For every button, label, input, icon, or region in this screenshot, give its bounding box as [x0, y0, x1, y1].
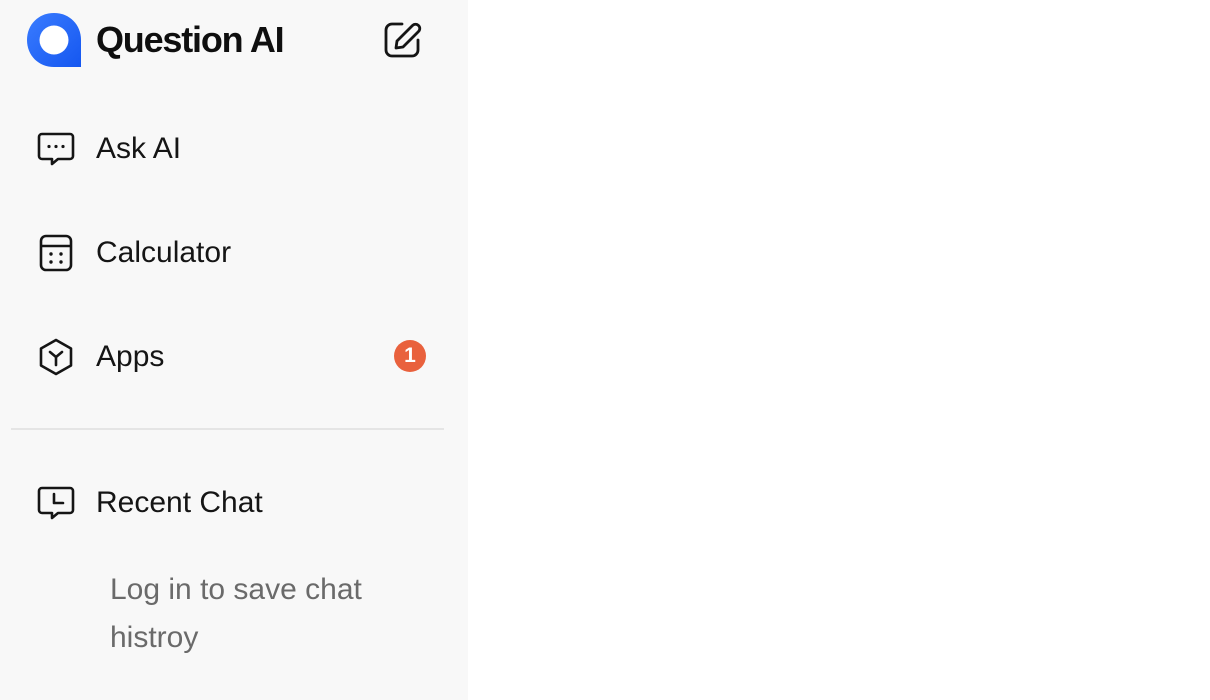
- sidebar: Question AI Ask AI Calculator Apps 1 Rec…: [0, 0, 468, 700]
- brand-name: Question AI: [96, 19, 285, 60]
- chat-clock-icon: [37, 486, 75, 520]
- nav-item-label: Calculator: [96, 236, 232, 269]
- recent-chat-section: Recent Chat: [0, 470, 468, 534]
- login-hint: Log in to save chat histroy: [110, 573, 362, 654]
- main-content: [468, 0, 1210, 700]
- nav-item-label: Apps: [96, 340, 165, 373]
- new-chat-button[interactable]: [380, 18, 424, 62]
- question-ai-logo-icon[interactable]: [26, 12, 82, 68]
- chat-dots-icon: [37, 132, 75, 166]
- app-window: Question AI Ask AI Calculator Apps 1 Rec…: [0, 0, 1210, 700]
- hexagon-y-icon: [39, 338, 73, 376]
- notification-badge: 1: [394, 340, 426, 372]
- nav-item-label: Ask AI: [96, 132, 182, 165]
- calculator-icon: [39, 234, 73, 272]
- nav-item-calculator[interactable]: Calculator: [0, 220, 468, 284]
- nav-item-ask-ai[interactable]: Ask AI: [0, 116, 468, 180]
- edit-icon: [384, 22, 422, 58]
- nav-item-apps[interactable]: Apps 1: [0, 324, 468, 388]
- sidebar-divider: [11, 428, 444, 430]
- recent-chat-title: Recent Chat: [96, 486, 263, 519]
